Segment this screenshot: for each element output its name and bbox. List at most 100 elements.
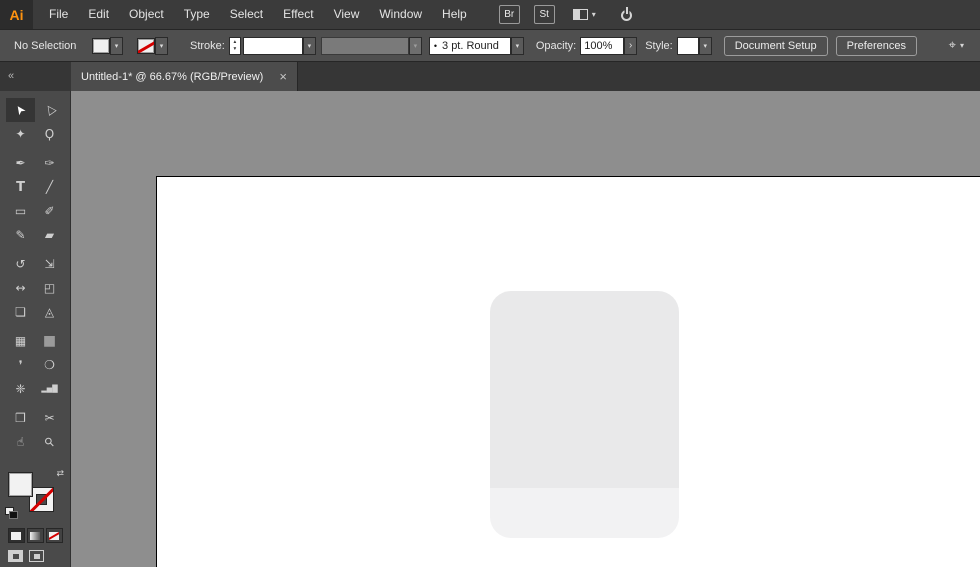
gradient-button[interactable] — [26, 528, 44, 543]
illustrator-window: Ai File Edit Object Type Select Effect V… — [0, 0, 980, 567]
document-tab-title: Untitled-1* @ 66.67% (RGB/Preview) — [81, 70, 264, 83]
paintbrush-tool[interactable]: ✐ — [35, 199, 64, 223]
rounded-rectangle-top-fill — [490, 291, 679, 488]
direct-selection-tool[interactable]: ▷ — [35, 98, 64, 122]
rectangle-tool[interactable]: ▭ — [6, 199, 35, 223]
document-tab[interactable]: Untitled-1* @ 66.67% (RGB/Preview) × — [71, 62, 298, 91]
menu-help[interactable]: Help — [432, 0, 477, 29]
preferences-button[interactable]: Preferences — [835, 35, 917, 56]
chevron-down-icon: ▾ — [302, 36, 316, 55]
workspace-switcher[interactable]: ⌖ ▾ — [949, 38, 964, 53]
menu-select[interactable]: Select — [220, 0, 273, 29]
pen-tool[interactable]: ✒ — [6, 151, 35, 175]
power-glyph — [621, 6, 633, 21]
canvas[interactable] — [71, 91, 980, 567]
default-fill-stroke-icon[interactable] — [5, 507, 18, 519]
rectangle-tool-icon: ▭ — [14, 204, 27, 218]
eraser-tool[interactable]: ▰ — [35, 223, 64, 247]
brush-preview-dot: • — [433, 40, 438, 51]
chevron-down-icon: ▾ — [155, 36, 168, 55]
fill-stroke-control: ⇄ — [5, 469, 65, 519]
gradient-tool-icon: ■ — [42, 333, 57, 349]
bridge-button[interactable]: Br — [498, 5, 520, 24]
direct-selection-tool-icon: ▷ — [41, 102, 58, 118]
rotate-tool[interactable]: ↺ — [6, 252, 35, 276]
brush-name: 3 pt. Round — [442, 39, 499, 52]
transform-tools-group: ↺ ⇲ ↔ ◰ ❏ ◬ — [6, 252, 64, 324]
document-setup-button[interactable]: Document Setup — [723, 35, 828, 56]
stroke-color-dropdown[interactable]: ▾ — [137, 36, 168, 55]
opacity-input[interactable] — [580, 36, 625, 55]
navigation-tools-group: ❒ ✂ ☝ ⚲ — [6, 406, 64, 454]
artboard[interactable] — [156, 176, 980, 567]
arrange-documents-button[interactable]: ▾ — [572, 9, 596, 20]
chevron-down-icon: ▾ — [110, 36, 123, 55]
hand-tool[interactable]: ☝ — [6, 430, 35, 454]
brush-dropdown[interactable]: • 3 pt. Round ▾ — [428, 36, 524, 55]
menu-object[interactable]: Object — [119, 0, 174, 29]
gradient-tool[interactable]: ■ — [35, 329, 64, 353]
rounded-rectangle-bottom-fill — [490, 488, 679, 538]
zoom-tool-icon: ⚲ — [41, 433, 58, 451]
free-transform-tool[interactable]: ◰ — [35, 276, 64, 300]
style-label: Style: — [645, 39, 673, 52]
blend-tool-icon: ❍ — [44, 358, 55, 372]
symbol-sprayer-tool[interactable]: ❈ — [6, 377, 35, 401]
eyedropper-tool[interactable]: ❜ — [6, 353, 35, 377]
document-tab-bar: « Untitled-1* @ 66.67% (RGB/Preview) × — [0, 62, 980, 91]
fill-swatch[interactable] — [8, 472, 33, 497]
column-graph-tool[interactable]: ▂▅█ — [35, 377, 64, 401]
selection-tool[interactable]: ➤ — [6, 98, 35, 122]
width-profile-dropdown[interactable]: ▾ — [320, 36, 422, 55]
main-area: ➤ ▷ ✦ Ϙ ✒ ✑ T ╱ ▭ ✐ ✎ ▰ ↺ ⇲ ↔ ◰ ❏ ◬ ▦ ■ … — [0, 91, 980, 567]
sync-settings-icon[interactable] — [618, 6, 636, 24]
none-button[interactable] — [45, 528, 63, 543]
swap-fill-stroke-icon[interactable]: ⇄ — [56, 469, 64, 479]
fill-color-dropdown[interactable]: ▾ — [92, 36, 123, 55]
shape-builder-tool[interactable]: ❏ — [6, 300, 35, 324]
tab-close-icon[interactable]: × — [279, 70, 287, 83]
menu-file[interactable]: File — [39, 0, 78, 29]
gradient-button-icon — [30, 531, 40, 540]
draw-behind-button[interactable] — [29, 550, 44, 562]
stroke-weight-value — [242, 36, 303, 55]
rounded-rectangle-shape[interactable] — [490, 291, 679, 538]
collapse-tools-panel-button[interactable]: « — [0, 62, 71, 91]
shape-builder-tool-icon: ❏ — [15, 305, 26, 319]
style-dropdown[interactable]: ▾ — [676, 36, 712, 55]
line-segment-tool[interactable]: ╱ — [35, 175, 64, 199]
artboard-tool[interactable]: ❒ — [6, 406, 35, 430]
mesh-tool[interactable]: ▦ — [6, 329, 35, 353]
magic-wand-tool[interactable]: ✦ — [6, 122, 35, 146]
menu-effect[interactable]: Effect — [273, 0, 323, 29]
pencil-tool[interactable]: ✎ — [6, 223, 35, 247]
hand-tool-icon: ☝ — [16, 435, 25, 449]
stroke-label: Stroke: — [190, 39, 225, 52]
stock-button[interactable]: St — [533, 5, 555, 24]
menu-window[interactable]: Window — [369, 0, 432, 29]
color-button[interactable] — [7, 528, 25, 543]
stepper-up-icon[interactable]: ▴ — [230, 39, 240, 46]
blend-tool[interactable]: ❍ — [35, 353, 64, 377]
type-tool[interactable]: T — [6, 175, 35, 199]
slice-tool[interactable]: ✂ — [35, 406, 64, 430]
perspective-grid-tool[interactable]: ◬ — [35, 300, 64, 324]
stroke-weight-stepper[interactable]: ▴ ▾ — [228, 36, 241, 55]
pencil-tool-icon: ✎ — [15, 228, 26, 242]
selection-tools-group: ➤ ▷ ✦ Ϙ — [6, 98, 64, 146]
menu-type[interactable]: Type — [174, 0, 220, 29]
artboard-tool-icon: ❒ — [15, 411, 26, 425]
stepper-down-icon[interactable]: ▾ — [230, 46, 240, 53]
opacity-panel-arrow-icon[interactable]: › — [624, 36, 638, 55]
scale-tool[interactable]: ⇲ — [35, 252, 64, 276]
menu-edit[interactable]: Edit — [78, 0, 119, 29]
draw-normal-button[interactable] — [8, 550, 23, 562]
menu-view[interactable]: View — [324, 0, 370, 29]
symbol-sprayer-tool-icon: ❈ — [15, 382, 26, 396]
stroke-weight-dropdown[interactable]: ▾ — [242, 36, 316, 55]
curvature-tool[interactable]: ✑ — [35, 151, 64, 175]
chevron-down-icon: ▾ — [698, 36, 712, 55]
width-tool[interactable]: ↔ — [6, 276, 35, 300]
lasso-tool[interactable]: Ϙ — [35, 122, 64, 146]
zoom-tool[interactable]: ⚲ — [35, 430, 64, 454]
